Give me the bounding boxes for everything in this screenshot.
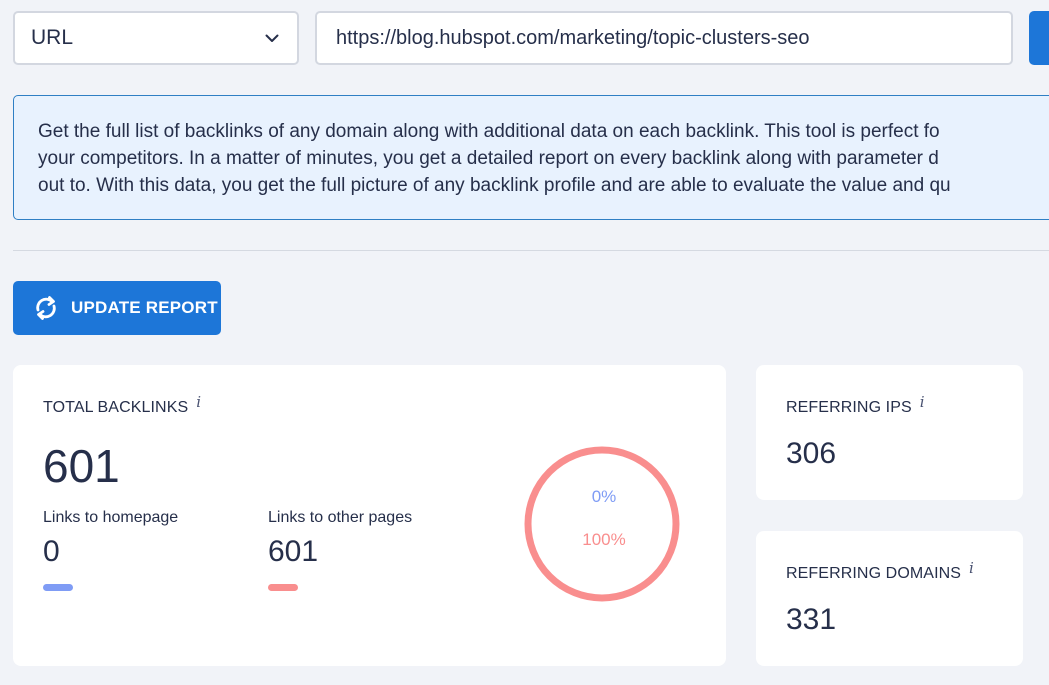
links-homepage-label: Links to homepage [43,509,179,526]
referring-domains-title: REFERRING DOMAINS i [786,559,974,583]
info-line-3: out to. With this data, you get the full… [38,175,951,196]
search-button[interactable] [1029,11,1049,65]
info-icon[interactable]: i [969,559,974,577]
donut-homepage-pct: 0% [592,487,617,506]
url-input-value: https://blog.hubspot.com/marketing/topic… [336,26,810,49]
referring-ips-title: REFERRING IPS i [786,393,925,417]
url-input[interactable]: https://blog.hubspot.com/marketing/topic… [315,11,1013,65]
info-notice: Get the full list of backlinks of any do… [13,95,1049,220]
divider [13,250,1049,251]
update-report-label: UPDATE REPORT [71,298,218,317]
refresh-icon [31,293,61,323]
referring-domains-card: REFERRING DOMAINS i 331 [756,531,1023,666]
info-icon[interactable]: i [196,393,201,411]
search-bar: URL https://blog.hubspot.com/marketing/t… [13,11,1049,65]
homepage-legend-bar [43,584,73,591]
referring-ips-card: REFERRING IPS i 306 [756,365,1023,500]
total-backlinks-card: TOTAL BACKLINKS i 601 Links to homepage … [13,365,726,666]
referring-domains-value: 331 [786,603,837,636]
other-legend-bar [268,584,298,591]
donut-other-pct: 100% [582,530,625,549]
total-backlinks-title: TOTAL BACKLINKS i [43,393,201,417]
links-other-value: 601 [268,535,319,568]
referring-ips-value: 306 [786,437,837,470]
info-line-2: your competitors. In a matter of minutes… [38,148,939,169]
info-icon[interactable]: i [920,393,925,411]
info-line-1: Get the full list of backlinks of any do… [38,121,940,142]
links-homepage-value: 0 [43,535,60,568]
referring-domains-title-text: REFERRING DOMAINS [786,565,962,582]
donut-segment-other [524,446,680,602]
chevron-down-icon [263,29,281,47]
total-backlinks-value: 601 [43,440,120,492]
update-report-button[interactable]: UPDATE REPORT [13,281,221,335]
links-other-label: Links to other pages [268,509,413,526]
referring-ips-title-text: REFERRING IPS [786,399,912,416]
backlinks-donut-chart: 0% 100% [524,446,680,602]
search-type-select[interactable]: URL [13,11,299,65]
total-backlinks-title-text: TOTAL BACKLINKS [43,399,189,416]
search-type-value: URL [31,26,74,49]
